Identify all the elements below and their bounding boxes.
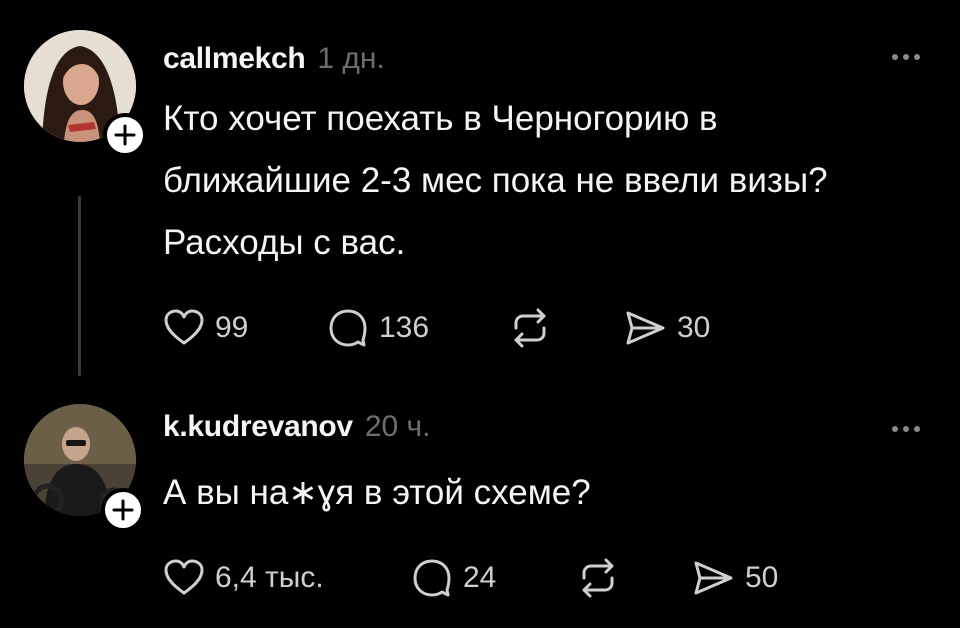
comment-button[interactable]: 136 xyxy=(327,308,429,348)
repost-icon xyxy=(582,558,614,598)
repost-button[interactable] xyxy=(576,558,620,598)
comment-count: 136 xyxy=(379,311,430,344)
share-count: 30 xyxy=(677,311,711,344)
speech-bubble-icon xyxy=(413,559,451,597)
comment-count: 24 xyxy=(463,561,497,594)
plus-icon xyxy=(112,499,134,521)
more-dots-icon[interactable] xyxy=(892,426,920,432)
like-button[interactable]: 99 xyxy=(163,308,248,348)
like-count: 6,4 тыс. xyxy=(215,561,324,594)
repost-button[interactable] xyxy=(508,308,552,348)
follow-button-k-kudrevanov[interactable] xyxy=(101,488,145,532)
speech-bubble-icon xyxy=(329,309,367,347)
post-text-line: А вы на∗ɣя в этой схеме? xyxy=(163,473,591,512)
send-icon xyxy=(626,311,665,345)
send-icon xyxy=(694,561,733,595)
repost-icon xyxy=(514,308,546,348)
comment-button[interactable]: 24 xyxy=(411,558,496,598)
heart-icon xyxy=(164,309,204,345)
timestamp: 20 ч. xyxy=(364,410,431,443)
post-2: k.kudrevanov 20 ч. А вы на∗ɣя в этой схе… xyxy=(0,0,960,598)
share-count: 50 xyxy=(745,561,779,594)
share-button[interactable]: 50 xyxy=(691,558,778,598)
post-text: А вы на∗ɣя в этой схеме? xyxy=(163,462,953,524)
like-button[interactable]: 6,4 тыс. xyxy=(163,558,324,598)
like-count: 99 xyxy=(215,311,249,344)
heart-icon xyxy=(164,559,204,595)
username[interactable]: k.kudrevanov xyxy=(163,410,353,444)
post-header: k.kudrevanov 20 ч. xyxy=(163,410,431,444)
share-button[interactable]: 30 xyxy=(623,308,710,348)
